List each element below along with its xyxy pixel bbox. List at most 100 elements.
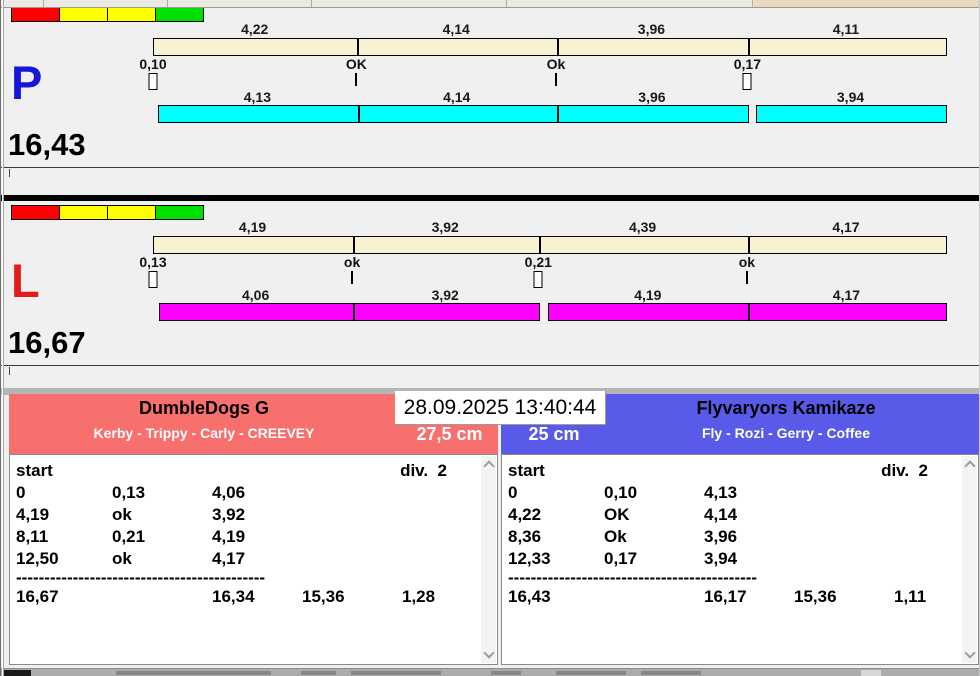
actual-run-bar	[159, 303, 540, 321]
cell-pass-judgement: 0,21	[112, 526, 212, 548]
results-table-right: startdiv. 200,104,134,22OK4,148,36Ok3,96…	[501, 454, 979, 665]
split-segment	[748, 237, 946, 253]
scrollbar-right[interactable]	[962, 456, 977, 663]
split-time-label: 4,39	[629, 220, 656, 234]
actual-split-label: 4,13	[244, 90, 271, 104]
race-timing-window: P16,434,224,143,964,110,10OKOk0,174,134,…	[0, 0, 980, 676]
pass-fault-box-icon	[149, 73, 158, 90]
team-name-left: DumbleDogs G	[9, 399, 399, 419]
cell-start-time: 8,36	[508, 526, 604, 548]
cell-split-time: 4,06	[212, 482, 302, 504]
split-segment	[154, 39, 357, 55]
team-dogs-left: Kerby - Trippy - Carly - CREEVEY	[9, 425, 399, 442]
cell-start-time: 0	[16, 482, 112, 504]
table-header-row: startdiv. 2	[508, 460, 958, 482]
lane-L: L16,674,193,924,394,170,13ok0,21ok4,063,…	[1, 205, 980, 366]
split-time-label: 4,14	[443, 22, 470, 36]
total-time: 16,67	[16, 586, 212, 608]
pass-ok-tick-icon	[746, 271, 748, 284]
table-separator: ----------------------------------------…	[508, 570, 958, 586]
ideal-split-bar	[153, 38, 947, 56]
total-net-time: 16,17	[704, 586, 794, 608]
split-segment	[748, 39, 946, 55]
cell-start-time: 8,11	[16, 526, 112, 548]
cell-pass-judgement: 0,13	[112, 482, 212, 504]
pass-label: 0,10	[139, 57, 166, 71]
cell-start-time: 4,22	[508, 504, 604, 526]
total-lost-time: 1,28	[402, 586, 435, 608]
heat-indicator-lights	[11, 205, 204, 220]
jump-height-left: 27,5 cm	[401, 424, 498, 445]
table-header-start: start	[508, 460, 545, 482]
scrollbar-left[interactable]	[481, 456, 496, 663]
actual-split-label: 3,96	[638, 90, 665, 104]
cell-start-time: 12,50	[16, 548, 112, 570]
table-row: 8,36Ok3,96	[508, 526, 958, 548]
scroll-up-icon[interactable]	[964, 460, 975, 471]
pass-fault-box-icon	[534, 271, 543, 288]
table-row: 4,19ok3,92	[16, 504, 477, 526]
cell-pass-judgement: 0,17	[604, 548, 704, 570]
team-dogs-right: Fly - Rozi - Gerry - Coffee	[601, 425, 971, 442]
total-best-time: 15,36	[302, 586, 402, 608]
actual-run-bar	[158, 105, 750, 123]
cell-split-time: 3,94	[704, 548, 794, 570]
pass-label: ok	[739, 255, 755, 269]
split-time-label: 4,19	[239, 220, 266, 234]
run-segment	[358, 106, 558, 122]
table-row: 00,104,13	[508, 482, 958, 504]
scroll-down-icon[interactable]	[483, 647, 494, 658]
split-segment	[357, 39, 557, 55]
cell-start-time: 4,19	[16, 504, 112, 526]
pass-fault-box-icon	[743, 73, 752, 90]
split-time-label: 4,11	[833, 22, 859, 36]
split-time-label: 3,96	[638, 22, 665, 36]
split-time-label: 4,17	[832, 220, 859, 234]
run-segment	[757, 106, 947, 122]
indicator-light	[60, 7, 108, 22]
total-time: 16,43	[508, 586, 704, 608]
run-segment	[159, 106, 358, 122]
cell-pass-judgement: OK	[604, 504, 704, 526]
actual-split-label: 4,06	[242, 288, 269, 302]
split-segment	[539, 237, 748, 253]
cell-split-time: 3,96	[704, 526, 794, 548]
window-top-edge	[1, 0, 980, 8]
cell-split-time: 4,17	[212, 548, 302, 570]
cell-pass-judgement: ok	[112, 548, 212, 570]
run-segment	[748, 304, 946, 320]
split-time-label: 4,22	[241, 22, 268, 36]
pass-label: OK	[346, 57, 367, 71]
pass-label: ok	[344, 255, 360, 269]
cursor-mark	[9, 367, 10, 375]
pass-ok-tick-icon	[355, 73, 357, 86]
pass-fault-box-icon	[149, 271, 158, 288]
indicator-light	[11, 205, 60, 220]
cell-start-time: 12,33	[508, 548, 604, 570]
total-net-time: 16,34	[212, 586, 302, 608]
scroll-up-icon[interactable]	[483, 460, 494, 471]
actual-split-label: 4,19	[634, 288, 661, 302]
lane-total-time: 16,43	[8, 129, 86, 160]
cell-split-time: 4,14	[704, 504, 794, 526]
actual-split-label: 4,17	[833, 288, 860, 302]
split-segment	[154, 237, 353, 253]
pass-label: 0,17	[734, 57, 761, 71]
run-segment	[557, 106, 748, 122]
timestamp: 28.09.2025 13:40:44	[395, 391, 606, 425]
scroll-down-icon[interactable]	[964, 647, 975, 658]
table-header-start: start	[16, 460, 53, 482]
split-segment	[557, 39, 748, 55]
indicator-light	[108, 205, 156, 220]
total-lost-time: 1,11	[894, 586, 926, 608]
pass-label: 0,21	[525, 255, 552, 269]
indicator-light	[60, 205, 108, 220]
lane-letter-P: P	[11, 59, 42, 106]
lane-divider	[1, 195, 980, 201]
cell-start-time: 0	[508, 482, 604, 504]
table-header-row: start div. 2	[16, 460, 477, 482]
pass-ok-tick-icon	[351, 271, 353, 284]
table-row: 12,50ok4,17	[16, 548, 477, 570]
indicator-light	[156, 205, 204, 220]
table-header-division: div. 2	[400, 460, 447, 482]
